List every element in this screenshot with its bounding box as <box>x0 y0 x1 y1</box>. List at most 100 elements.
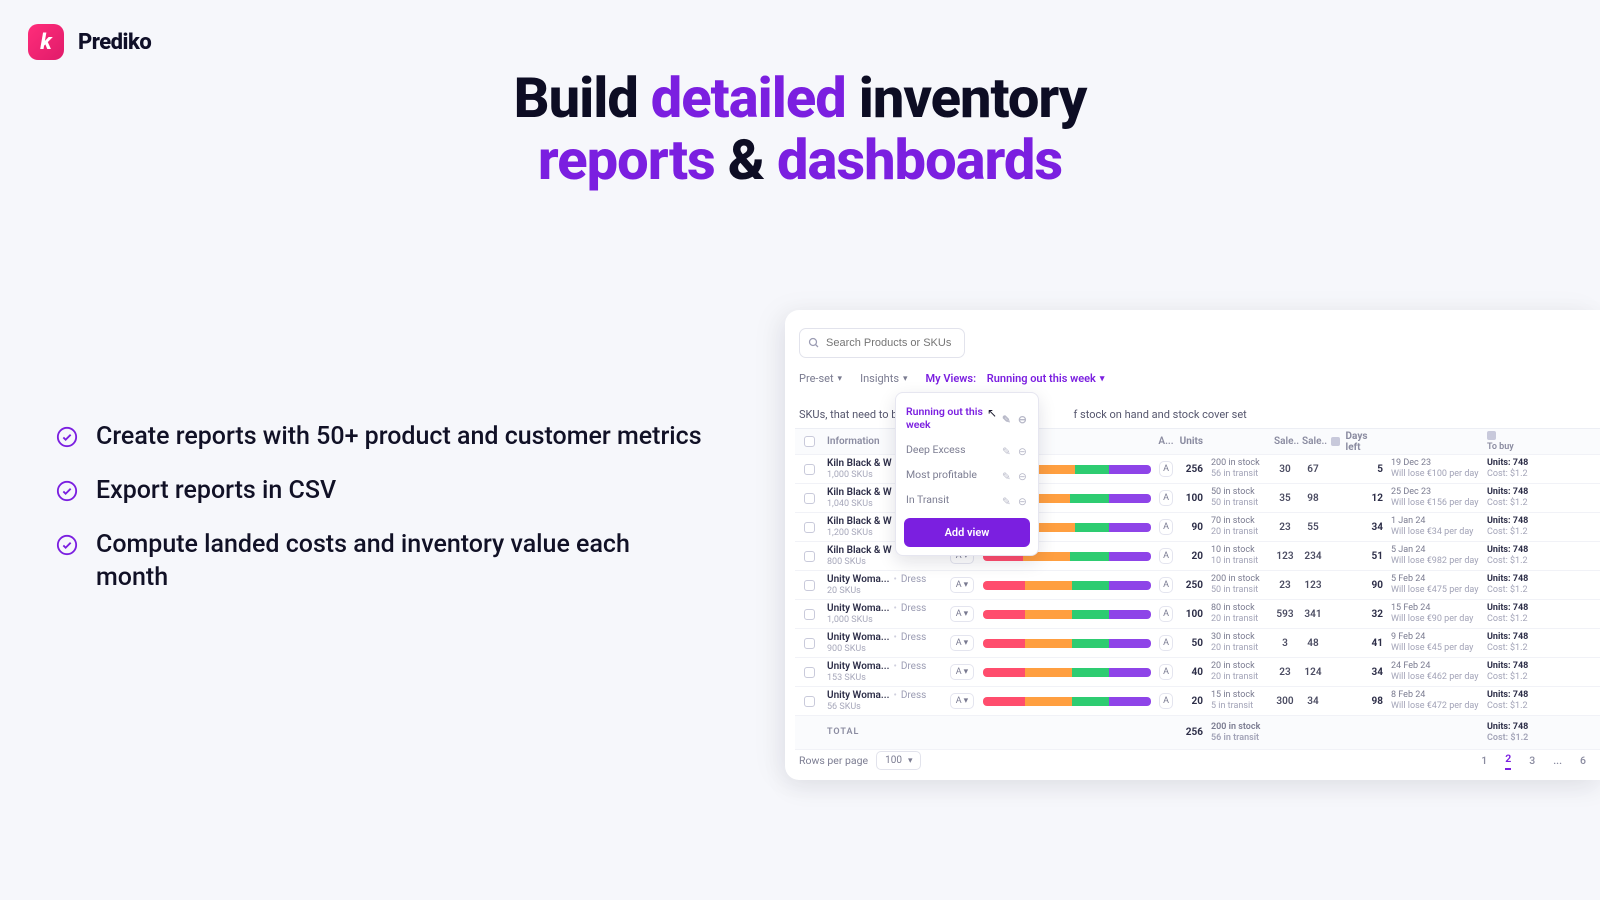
table-row[interactable]: Unity Woma...•Dress900 SKUsA ▾A5030 in s… <box>795 629 1600 658</box>
sale1-value: 3 <box>1271 638 1299 649</box>
row-checkbox[interactable] <box>804 609 815 620</box>
col-tobuy[interactable]: To buy <box>1483 431 1539 453</box>
feature-bullet: Create reports with 50+ product and cust… <box>56 420 706 454</box>
row-checkbox[interactable] <box>804 493 815 504</box>
product-name: Unity Woma... <box>827 661 889 673</box>
page-number[interactable]: 3 <box>1529 754 1535 767</box>
a-dropdown[interactable]: A ▾ <box>950 693 974 709</box>
edit-icon[interactable]: ✎ <box>1002 413 1012 423</box>
brand-logo-icon: k <box>28 24 64 60</box>
product-name: Kiln Black & W <box>827 458 892 470</box>
table-row[interactable]: Unity Woma...•Dress1,000 SKUsA ▾A10080 i… <box>795 600 1600 629</box>
remove-icon[interactable]: ⊖ <box>1018 470 1028 480</box>
sale1-value: 23 <box>1271 522 1299 533</box>
daysleft-value: 34 <box>1327 667 1387 678</box>
feature-bullet: Export reports in CSV <box>56 474 706 508</box>
feature-bullet: Compute landed costs and inventory value… <box>56 528 706 596</box>
sku-count: 1,200 SKUs <box>827 528 873 539</box>
table-row[interactable]: Unity Woma...•Dress20 SKUsA ▾A250200 in … <box>795 571 1600 600</box>
page-number[interactable]: 1 <box>1481 754 1487 767</box>
bullet-text: Compute landed costs and inventory value… <box>96 528 706 596</box>
col-sale2[interactable]: Sale... <box>1299 436 1327 447</box>
dropdown-item[interactable]: Most profitable✎⊖ <box>896 462 1038 487</box>
dropdown-item[interactable]: Running out this week✎⊖ <box>896 399 1038 437</box>
product-name: Unity Woma... <box>827 632 889 644</box>
units-value: 100 <box>1177 493 1207 504</box>
page-number[interactable]: 6 <box>1580 754 1586 767</box>
sale1-value: 35 <box>1271 493 1299 504</box>
product-name: Kiln Black & W <box>827 545 892 557</box>
hl-t6: dashboards <box>777 127 1062 193</box>
table-row[interactable]: Unity Woma...•Dress56 SKUsA ▾A2015 in st… <box>795 687 1600 716</box>
page-root: k Prediko Build detailed inventory repor… <box>0 0 1600 900</box>
search-icon <box>808 337 820 349</box>
product-name: Unity Woma... <box>827 690 889 702</box>
sku-count: 1,040 SKUs <box>827 499 873 510</box>
row-checkbox[interactable] <box>804 696 815 707</box>
row-checkbox[interactable] <box>804 522 815 533</box>
units-value: 100 <box>1177 609 1207 620</box>
add-view-button[interactable]: Add view <box>904 518 1030 547</box>
row-checkbox[interactable] <box>804 551 815 562</box>
rows-per-page-label: Rows per page <box>799 754 868 767</box>
a-badge: A <box>1159 664 1173 680</box>
stock-bar <box>983 668 1151 677</box>
remove-icon[interactable]: ⊖ <box>1018 413 1028 423</box>
row-checkbox[interactable] <box>804 580 815 591</box>
a-dropdown[interactable]: A ▾ <box>950 606 974 622</box>
total-units: 256 <box>1177 727 1207 738</box>
a-badge: A <box>1159 693 1173 709</box>
a-dropdown[interactable]: A ▾ <box>950 577 974 593</box>
tab-preset[interactable]: Pre-set▾ <box>799 372 842 385</box>
edit-icon[interactable]: ✎ <box>1002 445 1012 455</box>
sku-count: 1,000 SKUs <box>827 470 873 481</box>
hl-t2: detailed <box>651 65 846 131</box>
chevron-down-icon: ▾ <box>838 374 843 384</box>
col-units[interactable]: Units <box>1177 436 1207 447</box>
row-checkbox[interactable] <box>804 638 815 649</box>
daysleft-value: 12 <box>1327 493 1387 504</box>
dropdown-item[interactable]: Deep Excess✎⊖ <box>896 437 1038 462</box>
units-value: 256 <box>1177 464 1207 475</box>
remove-icon[interactable]: ⊖ <box>1018 445 1028 455</box>
sku-count: 900 SKUs <box>827 644 866 655</box>
daysleft-value: 41 <box>1327 638 1387 649</box>
bullet-text: Export reports in CSV <box>96 474 336 508</box>
select-all-checkbox[interactable] <box>804 436 815 447</box>
col-sale1[interactable]: Sale... <box>1271 436 1299 447</box>
chevron-down-icon: ▾ <box>908 756 913 766</box>
product-name: Kiln Black & W <box>827 487 892 499</box>
row-checkbox[interactable] <box>804 464 815 475</box>
stock-bar <box>983 581 1151 590</box>
sale1-value: 23 <box>1271 667 1299 678</box>
chevron-down-icon: ▾ <box>903 374 908 384</box>
rows-per-page-select[interactable]: 100▾ <box>876 751 921 770</box>
col-daysleft[interactable]: Days left <box>1327 431 1387 453</box>
units-value: 50 <box>1177 638 1207 649</box>
sale1-value: 300 <box>1271 696 1299 707</box>
sku-count: 800 SKUs <box>827 557 866 568</box>
sale1-value: 123 <box>1271 551 1299 562</box>
edit-icon[interactable]: ✎ <box>1002 495 1012 505</box>
search-input[interactable] <box>820 337 956 349</box>
units-value: 20 <box>1177 551 1207 562</box>
remove-icon[interactable]: ⊖ <box>1018 495 1028 505</box>
table-total-row: TOTAL 256 200 in stock56 in transit Unit… <box>795 716 1600 750</box>
myviews-dropdown: Running out this week✎⊖Deep Excess✎⊖Most… <box>895 392 1039 556</box>
tab-myviews[interactable]: My Views: Running out this week▾ <box>926 372 1105 385</box>
total-label: TOTAL <box>823 727 945 738</box>
a-dropdown[interactable]: A ▾ <box>950 664 974 680</box>
search-box[interactable] <box>799 328 965 358</box>
sale2-value: 124 <box>1299 667 1327 678</box>
page-headline: Build detailed inventory reports & dashb… <box>0 68 1600 191</box>
brand-name: Prediko <box>78 30 151 55</box>
edit-icon[interactable]: ✎ <box>1002 470 1012 480</box>
row-checkbox[interactable] <box>804 667 815 678</box>
a-dropdown[interactable]: A ▾ <box>950 635 974 651</box>
page-number[interactable]: 2 <box>1505 752 1511 770</box>
tab-insights[interactable]: Insights▾ <box>860 372 907 385</box>
daysleft-value: 32 <box>1327 609 1387 620</box>
dropdown-item[interactable]: In Transit✎⊖ <box>896 487 1038 512</box>
table-row[interactable]: Unity Woma...•Dress153 SKUsA ▾A4020 in s… <box>795 658 1600 687</box>
col-a[interactable]: A... <box>1155 436 1177 447</box>
